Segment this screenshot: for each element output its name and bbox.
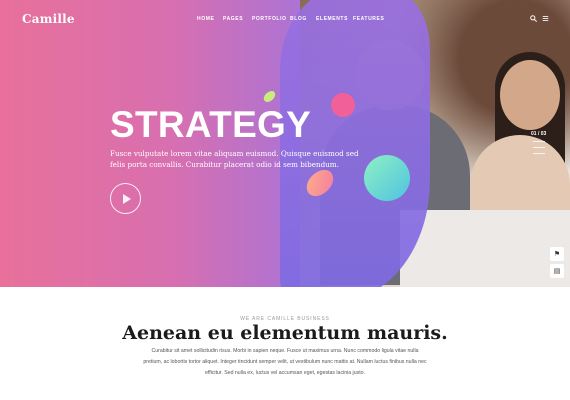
nav-item-elements[interactable]: ELEMENTS (316, 16, 348, 22)
decor-blob-teal (364, 155, 410, 201)
slide-indicator-2[interactable] (533, 147, 545, 148)
decor-blob-lime (261, 89, 278, 104)
nav-item-home[interactable]: HOME (197, 16, 214, 22)
menu-icon[interactable] (542, 15, 549, 22)
play-icon (124, 195, 128, 203)
play-video-button[interactable] (110, 183, 141, 214)
hero-headline: STRATEGY (110, 104, 312, 145)
hero-section: Camille HOME PAGES PORTFOLIO BLOG ELEMEN… (0, 0, 570, 287)
nav-item-pages[interactable]: PAGES (223, 16, 243, 22)
decor-blob-pink (331, 93, 355, 117)
brand-logo[interactable]: Camille (22, 12, 75, 26)
hero-subtitle: Fusce vulputate lorem vitae aliquam euis… (110, 149, 359, 169)
slide-counter: 01 / 03 (531, 131, 547, 137)
flag-icon: ⚑ (553, 251, 561, 258)
nav-item-blog[interactable]: BLOG (290, 16, 307, 22)
nav-item-portfolio[interactable]: PORTFOLIO (252, 16, 287, 22)
section-title: Aenean eu elementum mauris. (122, 322, 448, 344)
slide-indicator-1[interactable] (533, 141, 545, 142)
side-layout-button[interactable]: ▤ (550, 264, 564, 278)
hero-person-woman-head (500, 60, 560, 130)
search-icon[interactable] (530, 15, 537, 22)
layout-icon: ▤ (553, 268, 561, 275)
hero-table (400, 210, 570, 287)
section-body: Curabitur sit amet sollicitudin risus. M… (143, 348, 427, 376)
nav-item-features[interactable]: FEATURES (353, 16, 384, 22)
side-flag-button[interactable]: ⚑ (550, 247, 564, 261)
slide-indicator-3[interactable] (533, 153, 545, 154)
